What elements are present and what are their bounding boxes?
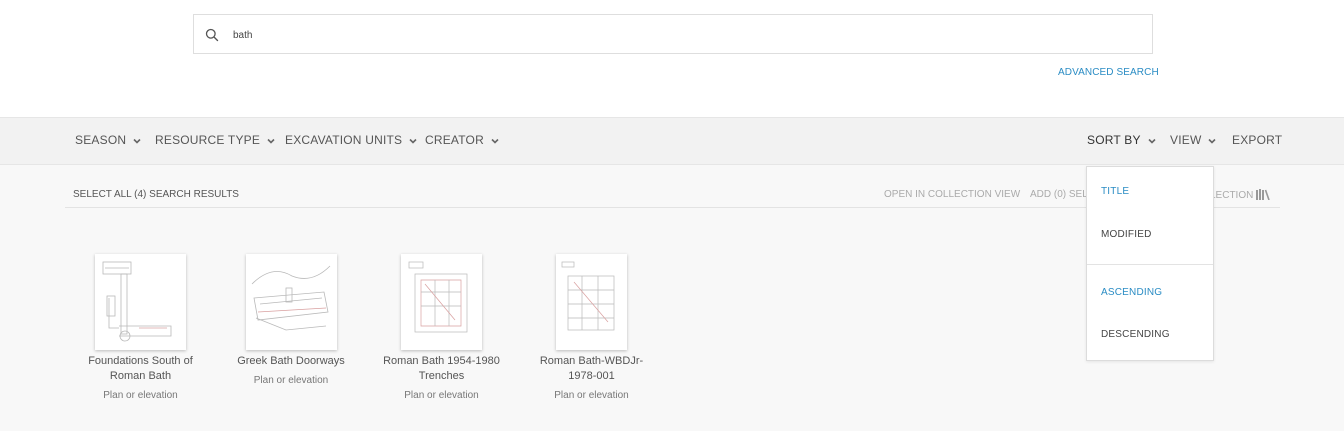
plan-drawing-image (102, 261, 172, 342)
result-thumbnail[interactable] (401, 254, 482, 350)
plan-drawing-image (251, 265, 331, 331)
search-input[interactable] (233, 25, 1113, 45)
result-type: Plan or elevation (404, 390, 479, 401)
open-collection-view-link[interactable]: OPEN IN COLLECTION VIEW (884, 189, 1020, 200)
filter-resource-type[interactable]: RESOURCE TYPE (155, 133, 275, 147)
result-title[interactable]: Greek Bath Doorways (230, 354, 352, 369)
collection-link-label: LECTION (1210, 190, 1254, 201)
filter-resource-type-label: RESOURCE TYPE (155, 133, 261, 147)
result-type: Plan or elevation (253, 375, 329, 386)
sort-by-button[interactable]: SORT BY (1087, 133, 1156, 147)
filter-season[interactable]: SEASON (75, 133, 141, 147)
advanced-search-link[interactable]: ADVANCED SEARCH (1058, 67, 1159, 78)
filter-creator[interactable]: CREATOR (425, 133, 499, 147)
chevron-down-icon (1208, 134, 1217, 144)
result-title[interactable]: Roman Bath 1954-1980 Trenches (376, 354, 507, 384)
sort-by-label: SORT BY (1087, 133, 1141, 147)
search-box[interactable] (193, 14, 1153, 54)
add-selected-link[interactable]: ADD (0) SEL (1030, 189, 1088, 200)
chevron-down-icon (491, 134, 499, 144)
select-all-link[interactable]: SELECT ALL (4) SEARCH RESULTS (73, 189, 239, 200)
filter-bar: SEASON RESOURCE TYPE EXCAVATION UNITS CR… (0, 117, 1344, 165)
menu-divider (1087, 264, 1213, 265)
sort-option-modified[interactable]: MODIFIED (1101, 229, 1152, 240)
filter-excavation-units-label: EXCAVATION UNITS (285, 133, 403, 147)
library-books-icon (1256, 189, 1271, 203)
result-title[interactable]: Roman Bath-WBDJr-1978-001 (531, 354, 652, 384)
result-thumbnail[interactable] (556, 254, 627, 350)
sort-option-ascending[interactable]: ASCENDING (1101, 287, 1162, 298)
chevron-down-icon (267, 134, 275, 144)
filter-creator-label: CREATOR (425, 133, 484, 147)
result-type: Plan or elevation (554, 390, 629, 401)
result-thumbnail[interactable] (246, 254, 337, 350)
sort-option-descending[interactable]: DESCENDING (1101, 329, 1170, 340)
view-label: VIEW (1170, 133, 1202, 147)
result-thumbnail[interactable] (95, 254, 186, 350)
search-icon (205, 28, 219, 42)
plan-drawing-image (408, 261, 468, 333)
result-title[interactable]: Foundations South of Roman Bath (80, 354, 201, 384)
filter-excavation-units[interactable]: EXCAVATION UNITS (285, 133, 417, 147)
chevron-down-icon (409, 134, 417, 144)
sort-option-title[interactable]: TITLE (1101, 186, 1129, 197)
sort-dropdown-menu: TITLE MODIFIED ASCENDING DESCENDING (1086, 166, 1214, 361)
collection-link[interactable]: LECTION (1210, 189, 1271, 203)
chevron-down-icon (133, 134, 141, 144)
plan-drawing-image (561, 261, 615, 331)
chevron-down-icon (1148, 134, 1156, 144)
result-type: Plan or elevation (103, 390, 178, 401)
view-button[interactable]: VIEW (1170, 133, 1217, 147)
filter-season-label: SEASON (75, 133, 127, 147)
export-button[interactable]: EXPORT (1232, 133, 1282, 147)
